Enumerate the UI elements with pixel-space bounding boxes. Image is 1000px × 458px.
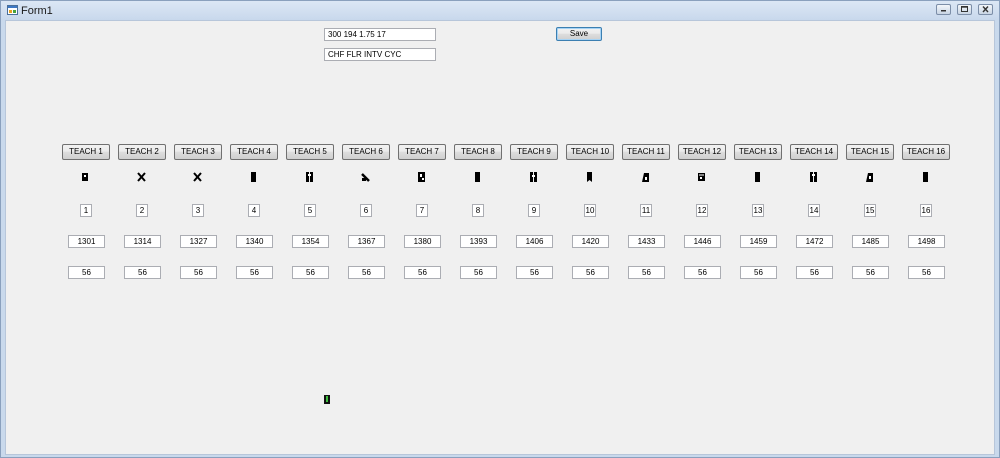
- channel-index-field-1[interactable]: 1: [80, 204, 92, 217]
- minimize-button[interactable]: [936, 4, 951, 15]
- channel-index-field-9[interactable]: 9: [528, 204, 540, 217]
- teach-button-6[interactable]: TEACH 6: [342, 144, 390, 160]
- sensor-glyph-icon: [529, 172, 538, 182]
- channel-count-field-8[interactable]: 56: [460, 266, 497, 279]
- channel-index-field-5[interactable]: 5: [304, 204, 316, 217]
- sensor-glyph-icon: [193, 172, 202, 182]
- channel-count-field-11[interactable]: 56: [628, 266, 665, 279]
- sensor-glyph-icon: [809, 172, 818, 182]
- teach-button-14[interactable]: TEACH 14: [790, 144, 838, 160]
- main-window: Form1 300 194 1.75 17 CHF FLR INTV CYC S…: [0, 0, 1000, 458]
- channel-position-field-15[interactable]: 1485: [852, 235, 889, 248]
- channel-count-field-3[interactable]: 56: [180, 266, 217, 279]
- sensor-glyph-icon: [697, 172, 706, 182]
- channel-index-field-7[interactable]: 7: [416, 204, 428, 217]
- channel-count-field-9[interactable]: 56: [516, 266, 553, 279]
- channel-count-field-14[interactable]: 56: [796, 266, 833, 279]
- form-app-icon[interactable]: [7, 5, 18, 15]
- sensor-glyph-icon: [361, 172, 370, 182]
- command-textbox[interactable]: 300 194 1.75 17: [324, 28, 436, 41]
- channel-position-field-7[interactable]: 1380: [404, 235, 441, 248]
- title-bar[interactable]: Form1: [1, 1, 999, 20]
- teach-button-4[interactable]: TEACH 4: [230, 144, 278, 160]
- channel-index-field-10[interactable]: 10: [584, 204, 596, 217]
- teach-button-12[interactable]: TEACH 12: [678, 144, 726, 160]
- channel-index-field-2[interactable]: 2: [136, 204, 148, 217]
- teach-button-7[interactable]: TEACH 7: [398, 144, 446, 160]
- sensor-glyph-icon: [137, 172, 146, 182]
- sensor-glyph-icon: [473, 172, 482, 182]
- channel-count-field-4[interactable]: 56: [236, 266, 273, 279]
- status-indicator-icon: [324, 395, 330, 404]
- sensor-glyph-icon: [921, 172, 930, 182]
- channel-index-field-12[interactable]: 12: [696, 204, 708, 217]
- channel-index-field-11[interactable]: 11: [640, 204, 652, 217]
- sensor-glyph-icon: [305, 172, 314, 182]
- channel-position-field-2[interactable]: 1314: [124, 235, 161, 248]
- teach-button-2[interactable]: TEACH 2: [118, 144, 166, 160]
- teach-button-5[interactable]: TEACH 5: [286, 144, 334, 160]
- teach-button-9[interactable]: TEACH 9: [510, 144, 558, 160]
- teach-button-15[interactable]: TEACH 15: [846, 144, 894, 160]
- channel-position-field-13[interactable]: 1459: [740, 235, 777, 248]
- teach-button-3[interactable]: TEACH 3: [174, 144, 222, 160]
- channel-count-field-13[interactable]: 56: [740, 266, 777, 279]
- channel-position-field-6[interactable]: 1367: [348, 235, 385, 248]
- channel-position-field-14[interactable]: 1472: [796, 235, 833, 248]
- channel-position-field-16[interactable]: 1498: [908, 235, 945, 248]
- teach-button-16[interactable]: TEACH 16: [902, 144, 950, 160]
- channel-index-field-16[interactable]: 16: [920, 204, 932, 217]
- channel-index-field-4[interactable]: 4: [248, 204, 260, 217]
- channel-index-field-15[interactable]: 15: [864, 204, 876, 217]
- form-client-area: 300 194 1.75 17 CHF FLR INTV CYC Save TE…: [5, 20, 995, 455]
- channel-position-field-12[interactable]: 1446: [684, 235, 721, 248]
- sensor-glyph-icon: [865, 172, 874, 182]
- sensor-glyph-icon: [585, 172, 594, 182]
- channel-count-field-5[interactable]: 56: [292, 266, 329, 279]
- channel-count-field-16[interactable]: 56: [908, 266, 945, 279]
- teach-button-10[interactable]: TEACH 10: [566, 144, 614, 160]
- channel-count-field-2[interactable]: 56: [124, 266, 161, 279]
- channel-count-field-12[interactable]: 56: [684, 266, 721, 279]
- sensor-glyph-icon: [81, 172, 90, 182]
- teach-button-1[interactable]: TEACH 1: [62, 144, 110, 160]
- maximize-button[interactable]: [957, 4, 972, 15]
- channel-index-field-3[interactable]: 3: [192, 204, 204, 217]
- channel-index-field-13[interactable]: 13: [752, 204, 764, 217]
- sensor-glyph-icon: [249, 172, 258, 182]
- channel-position-field-5[interactable]: 1354: [292, 235, 329, 248]
- channel-count-field-15[interactable]: 56: [852, 266, 889, 279]
- channel-count-field-6[interactable]: 56: [348, 266, 385, 279]
- save-button[interactable]: Save: [556, 27, 602, 41]
- channel-position-field-4[interactable]: 1340: [236, 235, 273, 248]
- channel-position-field-10[interactable]: 1420: [572, 235, 609, 248]
- channel-position-field-1[interactable]: 1301: [68, 235, 105, 248]
- window-title: Form1: [21, 5, 53, 17]
- channel-count-field-7[interactable]: 56: [404, 266, 441, 279]
- teach-button-8[interactable]: TEACH 8: [454, 144, 502, 160]
- channel-index-field-14[interactable]: 14: [808, 204, 820, 217]
- channel-count-field-1[interactable]: 56: [68, 266, 105, 279]
- channel-index-field-6[interactable]: 6: [360, 204, 372, 217]
- teach-button-13[interactable]: TEACH 13: [734, 144, 782, 160]
- channel-index-field-8[interactable]: 8: [472, 204, 484, 217]
- channel-count-field-10[interactable]: 56: [572, 266, 609, 279]
- channel-position-field-9[interactable]: 1406: [516, 235, 553, 248]
- sensor-glyph-icon: [641, 172, 650, 182]
- sensor-glyph-icon: [753, 172, 762, 182]
- channel-position-field-8[interactable]: 1393: [460, 235, 497, 248]
- sensor-glyph-icon: [417, 172, 426, 182]
- mode-textbox[interactable]: CHF FLR INTV CYC: [324, 48, 436, 61]
- channel-position-field-3[interactable]: 1327: [180, 235, 217, 248]
- teach-button-11[interactable]: TEACH 11: [622, 144, 670, 160]
- channel-position-field-11[interactable]: 1433: [628, 235, 665, 248]
- close-button[interactable]: [978, 4, 993, 15]
